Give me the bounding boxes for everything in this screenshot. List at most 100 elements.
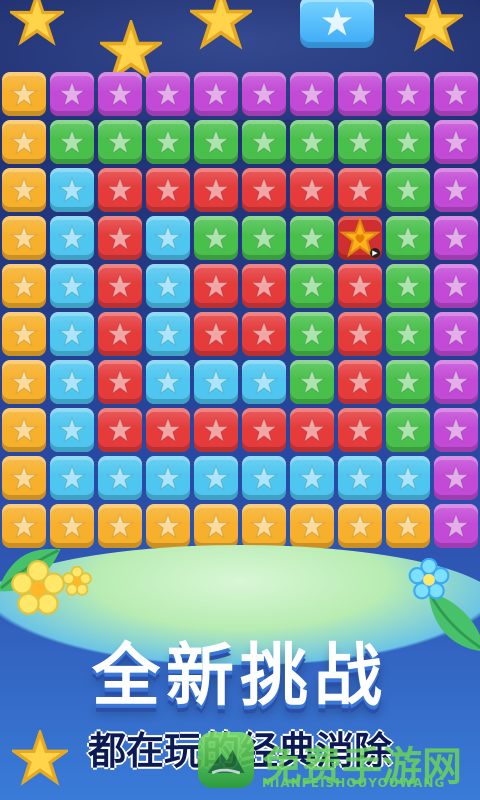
grid-tile-green[interactable] [386,408,430,452]
grid-tile-red[interactable] [194,264,238,308]
grid-tile-blue[interactable] [98,456,142,500]
grid-tile-orange[interactable] [2,312,46,356]
grid-tile-blue[interactable] [146,456,190,500]
grid-tile-green[interactable] [194,120,238,164]
grid-tile-purple[interactable] [434,216,478,260]
grid-tile-purple[interactable] [434,264,478,308]
grid-tile-blue[interactable] [50,408,94,452]
grid-tile-purple[interactable] [386,72,430,116]
grid-tile-red[interactable] [98,168,142,212]
grid-tile-green[interactable] [146,120,190,164]
grid-tile-red[interactable] [242,408,286,452]
grid-tile-blue[interactable] [146,312,190,356]
grid-tile-blue[interactable] [146,360,190,404]
grid-tile-green[interactable] [386,264,430,308]
grid-tile-special[interactable]: ▶ [338,216,382,260]
grid-tile-red[interactable] [338,408,382,452]
grid-tile-green[interactable] [242,120,286,164]
grid-tile-blue[interactable] [50,264,94,308]
grid-tile-purple[interactable] [338,72,382,116]
grid-tile-green[interactable] [386,168,430,212]
grid-tile-purple[interactable] [434,168,478,212]
grid-tile-purple[interactable] [434,312,478,356]
grid-tile-purple[interactable] [434,504,478,548]
grid-tile-green[interactable] [242,216,286,260]
grid-tile-red[interactable] [98,360,142,404]
grid-tile-purple[interactable] [146,72,190,116]
grid-tile-red[interactable] [242,264,286,308]
grid-tile-green[interactable] [50,120,94,164]
grid-tile-red[interactable] [290,408,334,452]
grid-tile-purple[interactable] [434,120,478,164]
grid-tile-blue[interactable] [50,456,94,500]
grid-tile-red[interactable] [98,264,142,308]
grid-tile-green[interactable] [194,216,238,260]
grid-tile-red[interactable] [338,312,382,356]
grid-tile-orange[interactable] [2,168,46,212]
grid-tile-green[interactable] [386,216,430,260]
grid-tile-orange[interactable] [242,504,286,548]
grid-tile-purple[interactable] [98,72,142,116]
grid-tile-purple[interactable] [194,72,238,116]
grid-tile-orange[interactable] [2,216,46,260]
grid-tile-red[interactable] [338,264,382,308]
grid-tile-orange[interactable] [2,120,46,164]
grid-tile-green[interactable] [386,120,430,164]
grid-tile-purple[interactable] [434,408,478,452]
grid-tile-blue[interactable] [242,456,286,500]
grid-tile-blue[interactable] [146,264,190,308]
grid-tile-purple[interactable] [290,72,334,116]
grid-tile-blue[interactable] [194,360,238,404]
grid-tile-orange[interactable] [98,504,142,548]
grid-tile-orange[interactable] [2,360,46,404]
grid-tile-blue[interactable] [194,456,238,500]
grid-tile-green[interactable] [386,360,430,404]
grid-tile-blue[interactable] [290,456,334,500]
grid-tile-purple[interactable] [242,72,286,116]
grid-tile-green[interactable] [290,216,334,260]
grid-tile-red[interactable] [194,168,238,212]
grid-tile-red[interactable] [338,360,382,404]
grid-tile-blue[interactable] [146,216,190,260]
star-icon [106,512,134,539]
grid-tile-blue[interactable] [386,456,430,500]
grid-tile-purple[interactable] [434,456,478,500]
grid-tile-blue[interactable] [50,360,94,404]
grid-tile-orange[interactable] [338,504,382,548]
grid-tile-blue[interactable] [50,216,94,260]
grid-tile-red[interactable] [194,408,238,452]
grid-tile-red[interactable] [98,312,142,356]
star-icon [250,368,278,395]
grid-tile-orange[interactable] [2,264,46,308]
grid-tile-red[interactable] [146,168,190,212]
grid-tile-purple[interactable] [434,72,478,116]
grid-tile-green[interactable] [338,120,382,164]
grid-tile-green[interactable] [98,120,142,164]
grid-tile-blue[interactable] [50,312,94,356]
grid-tile-red[interactable] [242,312,286,356]
grid-tile-green[interactable] [290,120,334,164]
grid-tile-orange[interactable] [2,456,46,500]
grid-tile-red[interactable] [194,312,238,356]
grid-tile-orange[interactable] [146,504,190,548]
grid-tile-orange[interactable] [2,72,46,116]
grid-tile-red[interactable] [242,168,286,212]
grid-tile-blue[interactable] [50,168,94,212]
grid-tile-blue[interactable] [242,360,286,404]
grid-tile-orange[interactable] [2,408,46,452]
grid-tile-orange[interactable] [290,504,334,548]
grid-tile-red[interactable] [290,168,334,212]
grid-tile-green[interactable] [290,360,334,404]
grid-tile-red[interactable] [146,408,190,452]
grid-tile-red[interactable] [98,216,142,260]
grid-tile-blue[interactable] [338,456,382,500]
grid-tile-green[interactable] [290,264,334,308]
grid-tile-orange[interactable] [194,504,238,548]
grid-tile-purple[interactable] [50,72,94,116]
grid-tile-red[interactable] [338,168,382,212]
grid-tile-green[interactable] [290,312,334,356]
grid-tile-purple[interactable] [434,360,478,404]
grid-tile-red[interactable] [98,408,142,452]
grid-tile-orange[interactable] [386,504,430,548]
grid-tile-green[interactable] [386,312,430,356]
